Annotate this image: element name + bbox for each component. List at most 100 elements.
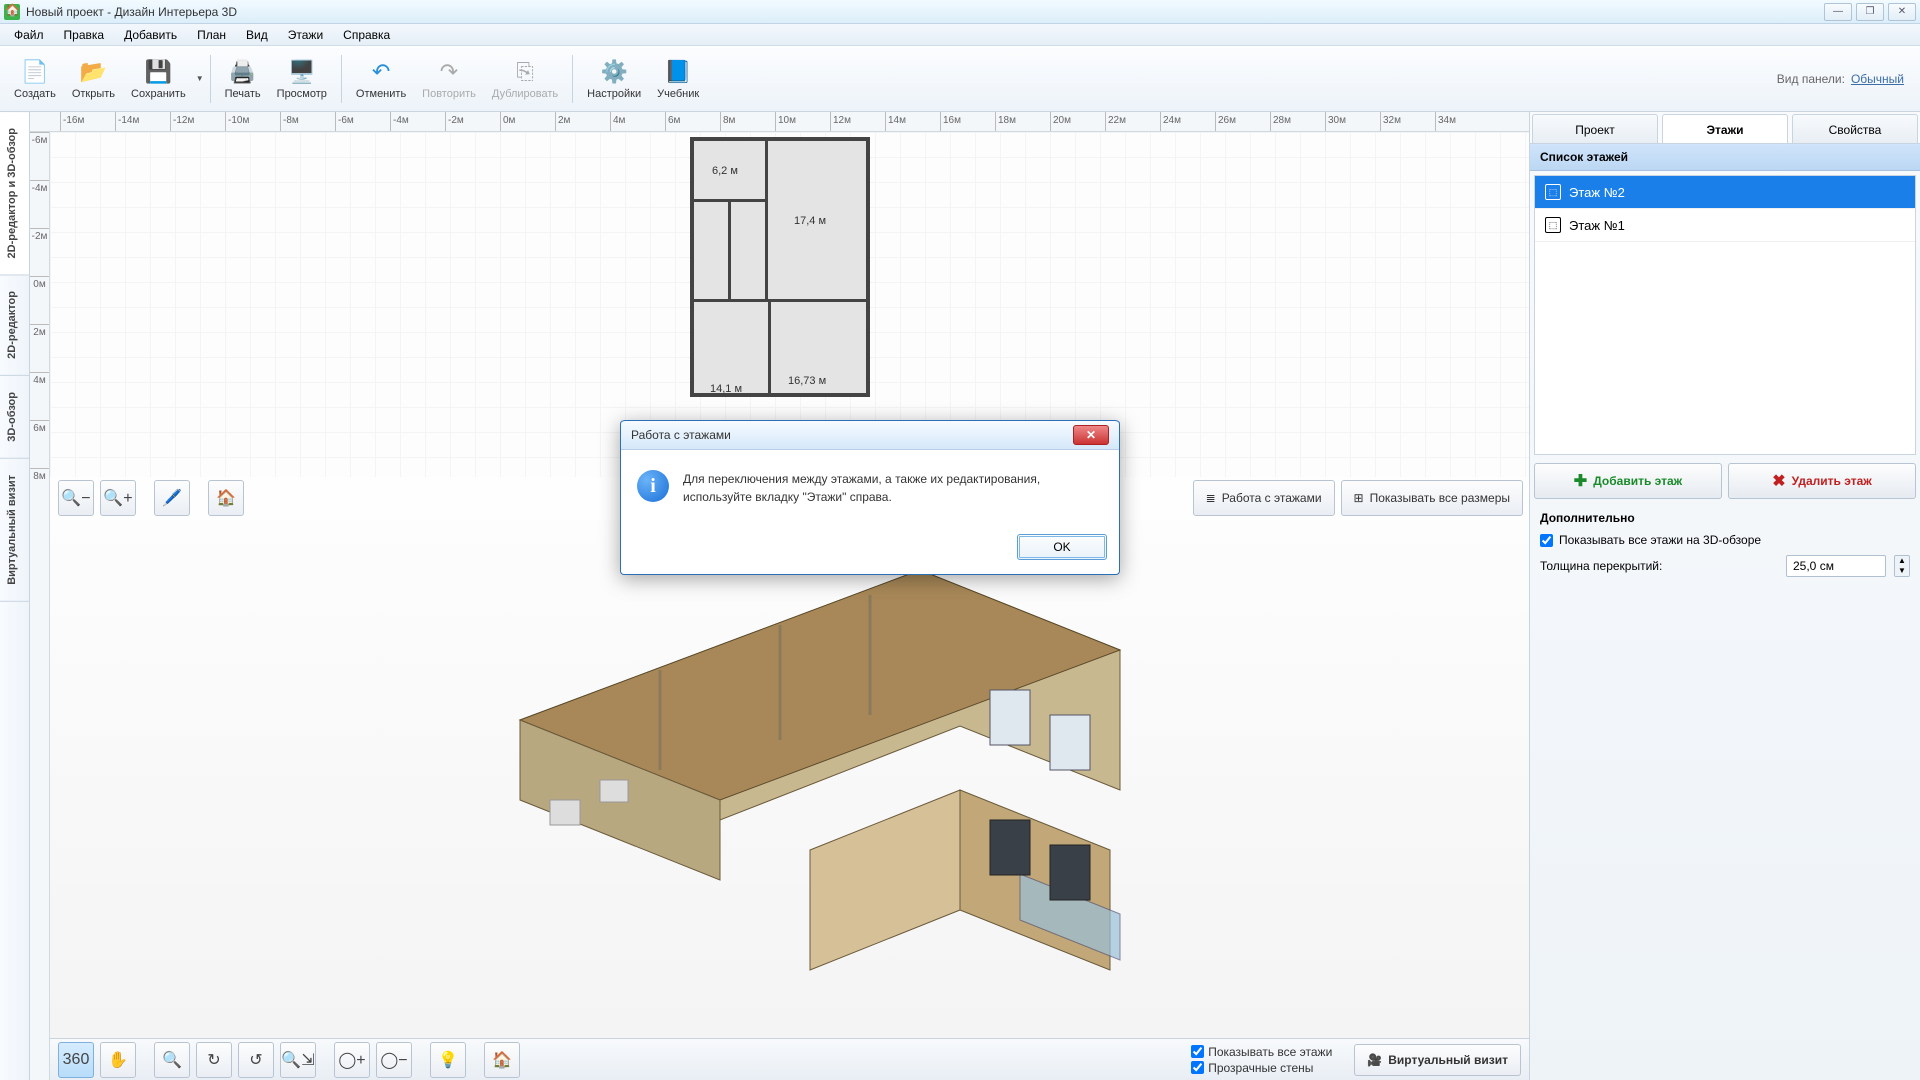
rotate-left-button[interactable]: ↻ (196, 1042, 232, 1078)
panel-type-link[interactable]: Обычный (1851, 72, 1904, 86)
virtual-visit-button[interactable]: 🎥 Виртуальный визит (1354, 1044, 1521, 1076)
ruler-h-tick: -14м (115, 112, 139, 131)
floors-work-button[interactable]: ≣Работа с этажами (1193, 480, 1335, 516)
rotate-right-button[interactable]: ↺ (238, 1042, 274, 1078)
tool-print[interactable]: 🖨️Печать (217, 54, 269, 104)
vtab-2d-editor[interactable]: 2D-редактор (0, 275, 29, 376)
room-area-4: 16,73 м (788, 375, 826, 387)
ruler-vertical: -6м-4м-2м0м2м4м6м8м (30, 132, 50, 1080)
zoom-in-2d-button[interactable]: 🔍+ (100, 480, 136, 516)
home-2d-button[interactable]: 🏠 (208, 480, 244, 516)
dialog-close-button[interactable]: ✕ (1073, 425, 1109, 445)
lasso-remove-button[interactable]: ◯− (376, 1042, 412, 1078)
ruler-h-tick: -8м (280, 112, 299, 131)
ruler-horizontal: -16м-14м-12м-10м-8м-6м-4м-2м0м2м4м6м8м10… (30, 112, 1529, 132)
delete-floor-button[interactable]: ✖Удалить этаж (1728, 463, 1916, 499)
close-button[interactable]: ✕ (1888, 3, 1916, 21)
pan-button[interactable]: ✋ (100, 1042, 136, 1078)
tool-duplicate: ⎘Дублировать (484, 54, 566, 104)
show-all-dims-button[interactable]: ⊞Показывать все размеры (1341, 480, 1523, 516)
thickness-down-button[interactable]: ▼ (1895, 566, 1909, 576)
vtab-3d-view[interactable]: 3D-обзор (0, 376, 29, 459)
maximize-button[interactable]: ❐ (1856, 3, 1884, 21)
floor-item-label: Этаж №2 (1569, 185, 1625, 200)
show-all-3d-checkbox[interactable]: Показывать все этажи на 3D-обзоре (1540, 533, 1761, 547)
zoom-extents-button[interactable]: 🔍⇲ (280, 1042, 316, 1078)
ruler-h-tick: 28м (1270, 112, 1291, 131)
workspace: -16м-14м-12м-10м-8м-6м-4м-2м0м2м4м6м8м10… (30, 112, 1530, 1080)
vtab-virtual-visit[interactable]: Виртуальный визит (0, 459, 29, 602)
menu-edit[interactable]: Правка (54, 25, 115, 45)
ruler-h-tick: 0м (500, 112, 515, 131)
floors-dialog: Работа с этажами ✕ i Для переключения ме… (620, 420, 1120, 575)
tool-undo[interactable]: ↶Отменить (348, 54, 414, 104)
ruler-h-tick: 30м (1325, 112, 1346, 131)
menu-plan[interactable]: План (187, 25, 236, 45)
ruler-h-tick: -2м (445, 112, 464, 131)
room-area-2: 17,4 м (794, 215, 826, 227)
ruler-h-tick: 10м (775, 112, 796, 131)
ruler-h-tick: -10м (225, 112, 249, 131)
menu-help[interactable]: Справка (333, 25, 400, 45)
toolbar: 📄Создать 📂Открыть 💾Сохранить ▼ 🖨️Печать … (0, 46, 1920, 112)
tool-tutorial[interactable]: 📘Учебник (649, 54, 707, 104)
minimize-button[interactable]: — (1824, 3, 1852, 21)
open-folder-icon: 📂 (79, 58, 107, 86)
add-floor-button[interactable]: ✚Добавить этаж (1534, 463, 1722, 499)
canvas-area: -16м-14м-12м-10м-8м-6м-4м-2м0м2м4м6м8м10… (30, 112, 1529, 1080)
orbit-360-button[interactable]: 360 (58, 1042, 94, 1078)
book-icon: 📘 (664, 58, 692, 86)
lasso-add-button[interactable]: ◯+ (334, 1042, 370, 1078)
ruler-v-tick: 0м (30, 276, 49, 290)
window-title: Новый проект - Дизайн Интерьера 3D (26, 5, 237, 19)
tab-properties[interactable]: Свойства (1792, 114, 1918, 143)
room-area-3: 14,1 м (710, 383, 742, 395)
app-icon (4, 4, 20, 20)
camera-icon: 🎥 (1367, 1053, 1382, 1067)
show-all-floors-checkbox[interactable]: Показывать все этажи (1191, 1045, 1332, 1059)
floor-icon: ⬚ (1545, 184, 1561, 200)
ruler-h-tick: -4м (390, 112, 409, 131)
toolbar-3d: 360 ✋ 🔍 ↻ ↺ 🔍⇲ ◯+ ◯− 💡 🏠 Показывать все … (50, 1038, 1529, 1080)
measure-button[interactable]: 🖊️ (154, 480, 190, 516)
tool-settings[interactable]: ⚙️Настройки (579, 54, 649, 104)
ruler-v-tick: -4м (30, 180, 49, 194)
floor-list-item[interactable]: ⬚Этаж №1 (1535, 209, 1915, 242)
thickness-up-button[interactable]: ▲ (1895, 556, 1909, 566)
vtab-2d-and-3d[interactable]: 2D-редактор и 3D-обзор (0, 112, 29, 275)
gear-icon: ⚙️ (600, 58, 628, 86)
right-panel: Проект Этажи Свойства Список этажей ⬚Эта… (1530, 112, 1920, 1080)
tool-open[interactable]: 📂Открыть (64, 54, 123, 104)
panel-type-label: Вид панели: (1777, 72, 1845, 86)
menu-view[interactable]: Вид (236, 25, 278, 45)
home-3d-button[interactable]: 🏠 (484, 1042, 520, 1078)
canvas-3d[interactable] (50, 520, 1529, 1038)
menu-add[interactable]: Добавить (114, 25, 187, 45)
transparent-walls-checkbox[interactable]: Прозрачные стены (1191, 1061, 1332, 1075)
new-file-icon: 📄 (21, 58, 49, 86)
ruler-v-tick: 8м (30, 468, 49, 482)
floor-list-item[interactable]: ⬚ Этаж №2 (1535, 176, 1915, 209)
zoom-3d-button[interactable]: 🔍 (154, 1042, 190, 1078)
zoom-out-2d-button[interactable]: 🔍− (58, 480, 94, 516)
menu-file[interactable]: Файл (4, 25, 54, 45)
dialog-text: Для переключения между этажами, а также … (683, 470, 1103, 506)
floor-item-label: Этаж №1 (1569, 218, 1625, 233)
tab-floors[interactable]: Этажи (1662, 114, 1788, 143)
thickness-input[interactable] (1786, 555, 1886, 577)
building-3d-render (400, 540, 1200, 990)
tool-create[interactable]: 📄Создать (6, 54, 64, 104)
tab-project[interactable]: Проект (1532, 114, 1658, 143)
monitor-icon: 🖥️ (288, 58, 316, 86)
titlebar: Новый проект - Дизайн Интерьера 3D — ❐ ✕ (0, 0, 1920, 24)
ruler-h-tick: 24м (1160, 112, 1181, 131)
light-button[interactable]: 💡 (430, 1042, 466, 1078)
tool-save[interactable]: 💾Сохранить (123, 54, 194, 104)
ruler-v-tick: -2м (30, 228, 49, 242)
redo-icon: ↷ (435, 58, 463, 86)
dialog-ok-button[interactable]: OK (1017, 534, 1107, 560)
menu-floors[interactable]: Этажи (278, 25, 333, 45)
tool-preview[interactable]: 🖥️Просмотр (269, 54, 335, 104)
left-view-tabs: 2D-редактор и 3D-обзор 2D-редактор 3D-об… (0, 112, 30, 1080)
save-dropdown-icon[interactable]: ▼ (196, 74, 204, 83)
